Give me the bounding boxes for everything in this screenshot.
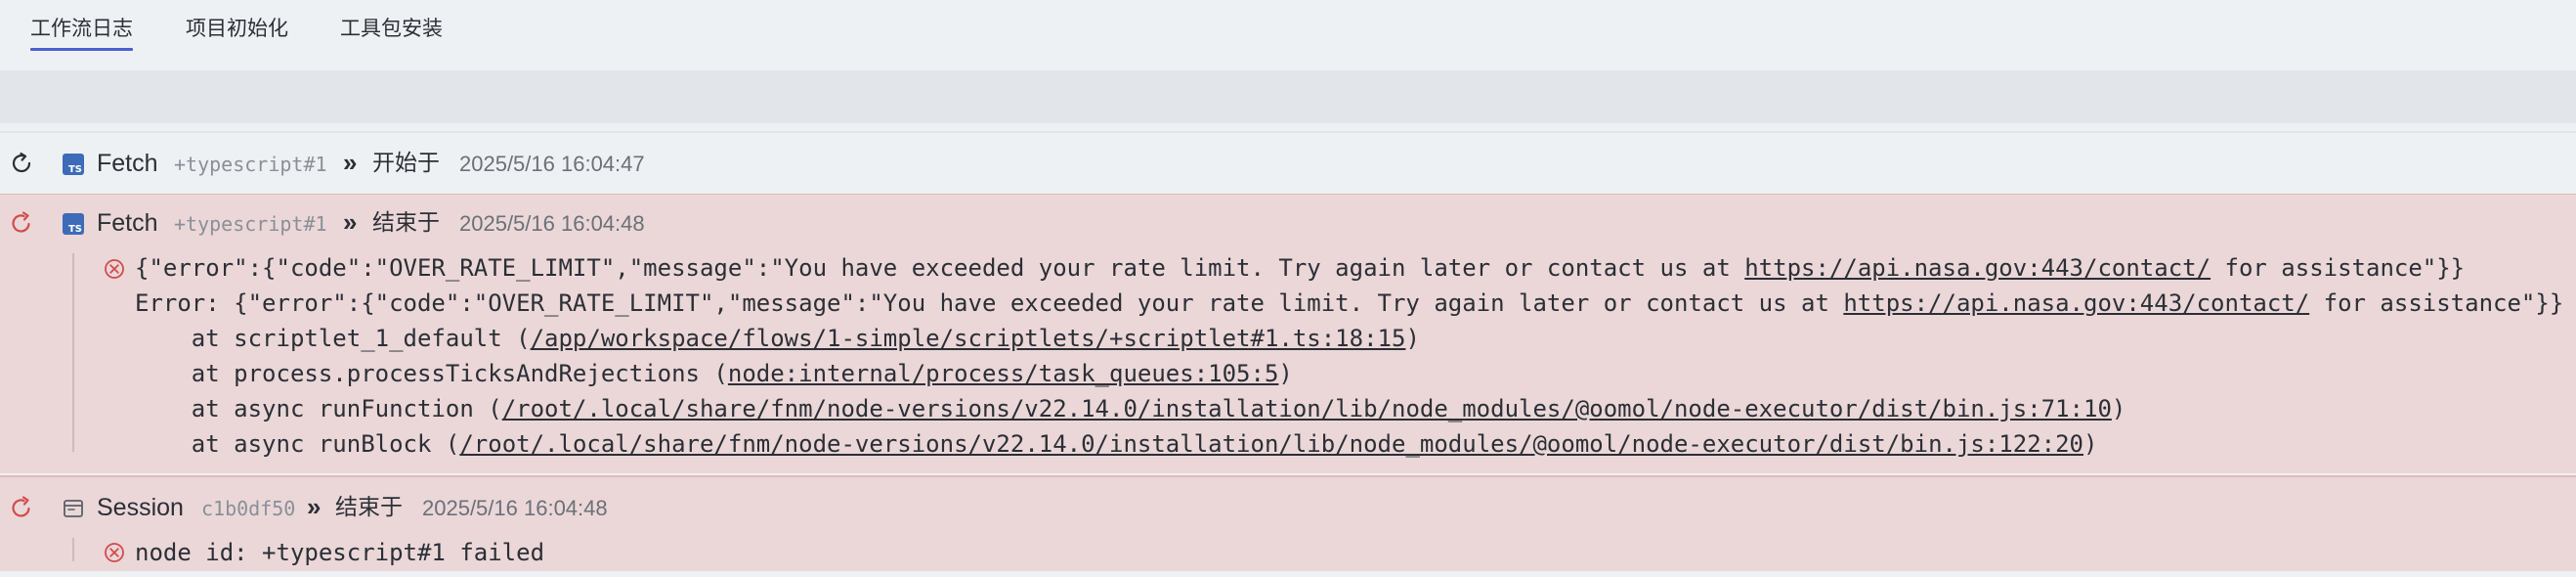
log-entry-fetch-end: TS Fetch +typescript#1 » 结束于 2025/5/16 1… (0, 194, 2576, 473)
error-circle-icon (105, 259, 124, 279)
toolbar-strip (0, 70, 2576, 123)
tab-workflow-logs[interactable]: 工作流日志 (30, 14, 133, 51)
tab-bar: 工作流日志 项目初始化 工具包安装 (0, 0, 2576, 63)
typescript-icon: TS (63, 213, 84, 235)
log-text: at scriptlet_1_default ( (135, 325, 531, 352)
log-block-guide (72, 538, 74, 561)
log-text: ) (1405, 325, 1420, 352)
status-text: 结束于 (335, 495, 403, 520)
log-text: for assistance"}} (2211, 254, 2466, 282)
log-block-guide (72, 253, 74, 452)
timestamp: 2025/5/16 16:04:47 (459, 152, 645, 176)
log-text: at async runBlock ( (135, 430, 460, 458)
log-text: for assistance"}} (2309, 289, 2564, 317)
log-entry-session-end: Session c1b0df50 » 结束于 2025/5/16 16:04:4… (0, 475, 2576, 571)
node-name: Fetch (97, 150, 158, 177)
log-text: Error: {"error":{"code":"OVER_RATE_LIMIT… (135, 289, 1844, 317)
log-line: at process.processTicksAndRejections (no… (135, 357, 1293, 390)
separator-arrow: » (343, 207, 358, 237)
node-name: Fetch (97, 209, 158, 237)
log-text: ) (2111, 395, 2126, 422)
log-link[interactable]: /root/.local/share/fnm/node-versions/v22… (502, 395, 2112, 422)
status-text: 开始于 (372, 151, 440, 176)
error-circle-icon (105, 543, 124, 562)
separator-arrow: » (343, 148, 358, 177)
typescript-icon: TS (63, 154, 84, 175)
refresh-icon[interactable] (9, 151, 34, 176)
tab-project-init[interactable]: 项目初始化 (186, 14, 288, 51)
timestamp: 2025/5/16 16:04:48 (459, 211, 645, 236)
log-link[interactable]: https://api.nasa.gov:443/contact/ (1744, 254, 2211, 282)
timestamp: 2025/5/16 16:04:48 (422, 496, 608, 520)
log-link[interactable]: https://api.nasa.gov:443/contact/ (1843, 289, 2309, 317)
tab-toolkit-install[interactable]: 工具包安装 (340, 14, 443, 51)
log-link[interactable]: /app/workspace/flows/1-simple/scriptlets… (531, 325, 1406, 352)
log-text: at process.processTicksAndRejections ( (135, 360, 728, 387)
log-line: Error: {"error":{"code":"OVER_RATE_LIMIT… (135, 287, 2563, 320)
separator-arrow: » (307, 492, 322, 521)
svg-text:TS: TS (68, 224, 82, 235)
node-id: +typescript#1 (174, 212, 327, 236)
log-text: at async runFunction ( (135, 395, 502, 422)
log-entry-fetch-start: TS Fetch +typescript#1 » 开始于 2025/5/16 1… (0, 135, 2576, 192)
node-id: c1b0df50 (201, 497, 296, 520)
log-line: at async runFunction (/root/.local/share… (135, 392, 2126, 425)
log-text: ) (2083, 430, 2098, 458)
node-id: +typescript#1 (174, 153, 327, 176)
error-restart-icon[interactable] (9, 495, 34, 520)
error-restart-icon[interactable] (9, 210, 34, 236)
log-line: {"error":{"code":"OVER_RATE_LIMIT","mess… (135, 251, 2465, 285)
log-text: ) (1278, 360, 1293, 387)
session-icon (64, 500, 83, 517)
log-line: at scriptlet_1_default (/app/workspace/f… (135, 322, 1420, 355)
log-link[interactable]: node:internal/process/task_queues:105:5 (728, 360, 1279, 387)
log-line: node id: +typescript#1 failed (135, 539, 545, 566)
divider (0, 131, 2576, 133)
svg-text:TS: TS (68, 164, 82, 175)
log-link[interactable]: /root/.local/share/fnm/node-versions/v22… (459, 430, 2083, 458)
log-text: {"error":{"code":"OVER_RATE_LIMIT","mess… (135, 254, 1745, 282)
node-name: Session (97, 494, 184, 521)
log-line: at async runBlock (/root/.local/share/fn… (135, 427, 2098, 461)
status-text: 结束于 (372, 210, 440, 236)
